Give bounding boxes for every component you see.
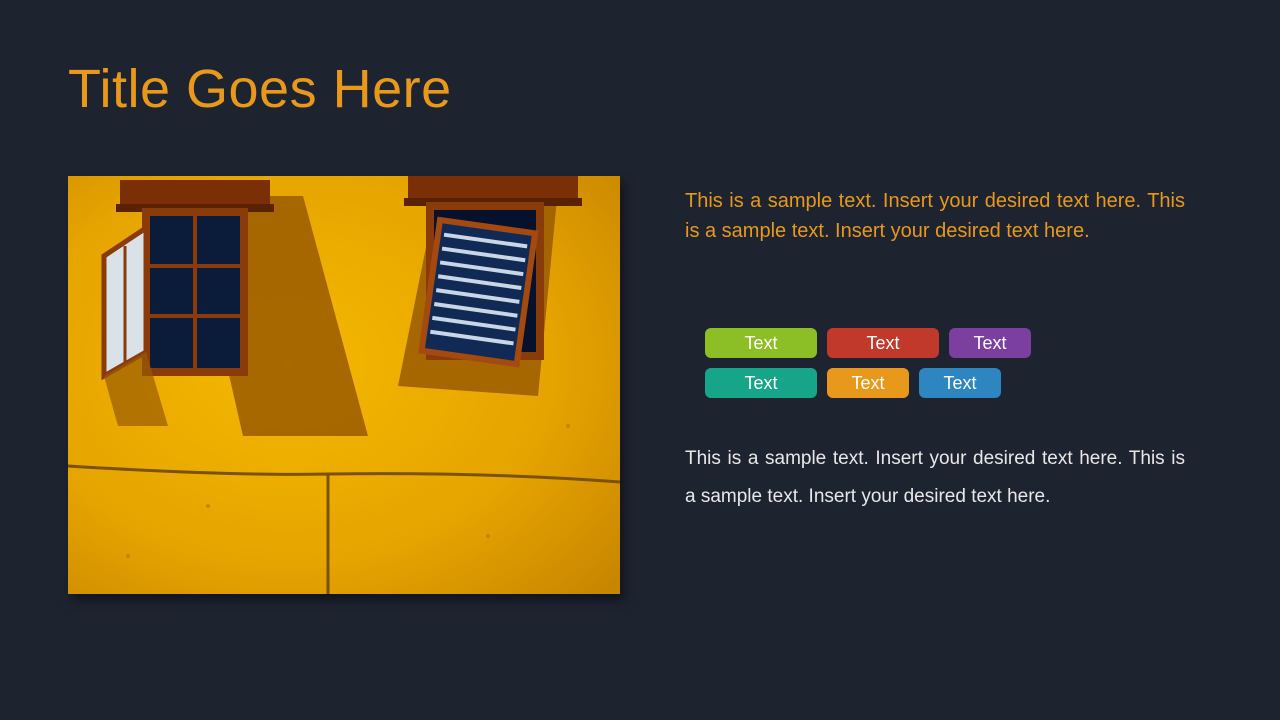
tag-orange[interactable]: Text bbox=[827, 368, 909, 398]
body-paragraph: This is a sample text. Insert your desir… bbox=[685, 440, 1185, 516]
hero-image bbox=[68, 176, 620, 594]
tag-row-1: Text Text Text bbox=[705, 328, 1031, 358]
hero-image-svg bbox=[68, 176, 620, 594]
tag-red[interactable]: Text bbox=[827, 328, 939, 358]
slide-title: Title Goes Here bbox=[68, 58, 452, 120]
tag-blue[interactable]: Text bbox=[919, 368, 1001, 398]
tag-row-2: Text Text Text bbox=[705, 368, 1031, 398]
tag-green[interactable]: Text bbox=[705, 328, 817, 358]
tag-group: Text Text Text Text Text Text bbox=[705, 328, 1031, 398]
tag-purple[interactable]: Text bbox=[949, 328, 1031, 358]
slide: Title Goes Here bbox=[0, 0, 1280, 720]
intro-paragraph: This is a sample text. Insert your desir… bbox=[685, 186, 1185, 246]
tag-teal[interactable]: Text bbox=[705, 368, 817, 398]
